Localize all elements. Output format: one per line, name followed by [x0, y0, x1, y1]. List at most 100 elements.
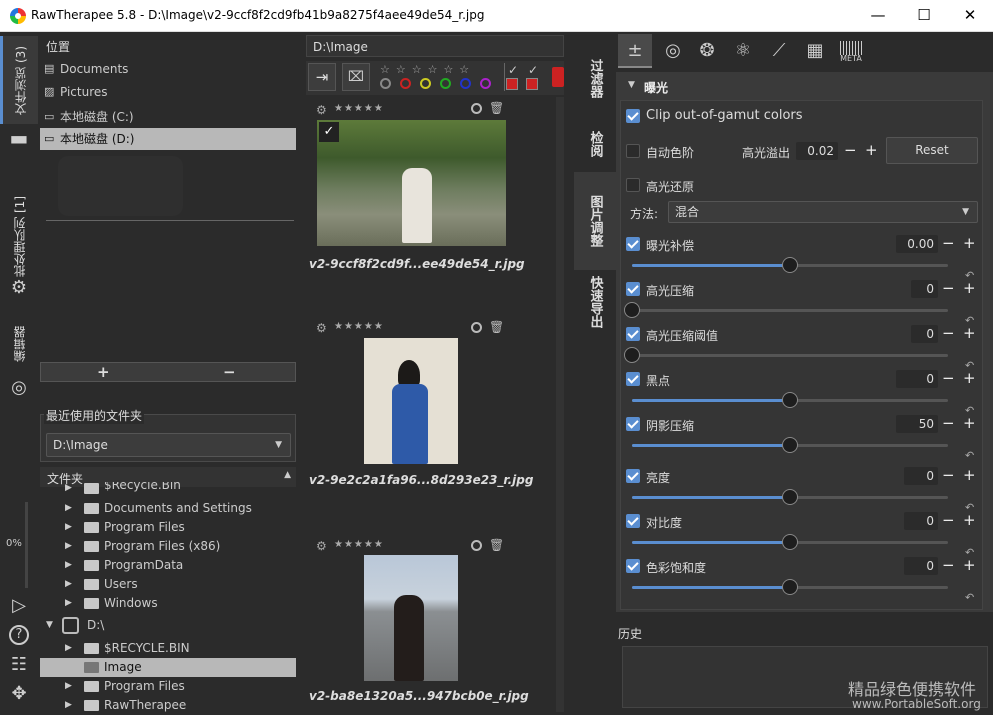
expand-arrow-icon[interactable]: ▶: [65, 575, 72, 594]
thumbnail-item[interactable]: ⚙ ★★★★★ 🗑 v2-9e2c2a1fa96...8d293e23_r.jp…: [306, 317, 556, 527]
slider-enable-checkbox[interactable]: [626, 417, 640, 431]
place-drive-d[interactable]: ▭ 本地磁盘 (D:): [40, 128, 296, 150]
increment-button[interactable]: +: [963, 326, 976, 341]
preferences-icon[interactable]: ☷: [9, 655, 29, 675]
slider-knob[interactable]: [782, 579, 798, 595]
expand-arrow-icon[interactable]: ▶: [65, 518, 72, 537]
trash-icon[interactable]: 🗑: [489, 320, 504, 334]
tab-filter[interactable]: 过滤器: [574, 38, 616, 118]
unedited-filter-icon[interactable]: [506, 78, 518, 90]
color-red-icon[interactable]: [400, 78, 411, 89]
collapse-arrow-icon[interactable]: ▼: [46, 614, 53, 636]
tree-row[interactable]: ▶ Program Files: [40, 677, 296, 696]
slider-track[interactable]: [632, 354, 948, 357]
color-green-icon[interactable]: [440, 78, 451, 89]
thumbnail-image[interactable]: [364, 555, 458, 681]
place-documents[interactable]: ▤ Documents: [40, 58, 296, 80]
slider-track[interactable]: [632, 309, 948, 312]
expand-arrow-icon[interactable]: ▶: [65, 499, 72, 518]
color-yellow-icon[interactable]: [420, 78, 431, 89]
path-entry[interactable]: D:\Image: [306, 35, 564, 57]
decrement-button[interactable]: −: [844, 143, 857, 158]
decrement-button[interactable]: −: [942, 326, 955, 341]
thumbnail-image[interactable]: [364, 338, 458, 464]
slider-knob[interactable]: [782, 437, 798, 453]
trash-icon[interactable]: 🗑: [489, 538, 504, 552]
increment-button[interactable]: +: [963, 513, 976, 528]
place-pictures[interactable]: ▨ Pictures: [40, 81, 296, 103]
method-dropdown[interactable]: 混合 ▼: [668, 201, 978, 223]
increment-button[interactable]: +: [963, 371, 976, 386]
color-label-icon[interactable]: [471, 322, 482, 333]
highlight-recovery-checkbox[interactable]: [626, 178, 640, 192]
slider-value-input[interactable]: 0: [911, 280, 938, 298]
decrement-button[interactable]: −: [942, 371, 955, 386]
slider-enable-checkbox[interactable]: [626, 469, 640, 483]
tree-row[interactable]: ▶ RawTherapee: [40, 696, 296, 712]
thumbnail-item[interactable]: ⚙ ★★★★★ 🗑 v2-ba8e1320a5...947bcb0e_r.jpg: [306, 535, 556, 715]
slider-enable-checkbox[interactable]: [626, 372, 640, 386]
color-purple-icon[interactable]: [480, 78, 491, 89]
trash-icon[interactable]: 🗑: [489, 101, 504, 115]
tab-inspect[interactable]: 检阅: [574, 118, 616, 170]
detail-tab-icon[interactable]: ◎: [656, 34, 690, 68]
rating-stars[interactable]: ★★★★★: [334, 321, 384, 332]
help-icon[interactable]: ?: [9, 625, 29, 645]
thumbnail-scrollbar[interactable]: [556, 97, 564, 712]
tree-row[interactable]: ▶ Users: [40, 575, 296, 594]
expand-arrow-icon[interactable]: ▶: [65, 537, 72, 556]
reset-icon[interactable]: ↶: [965, 449, 974, 462]
tree-row[interactable]: ▶ Program Files (x86): [40, 537, 296, 556]
slider-knob[interactable]: [624, 302, 640, 318]
transform-tab-icon[interactable]: ⟋: [762, 34, 796, 68]
decrement-button[interactable]: −: [942, 513, 955, 528]
tree-row-drive-d[interactable]: ▼ D:\: [40, 614, 296, 636]
tree-row[interactable]: ▶ Program Files: [40, 518, 296, 537]
collapse-arrow-icon[interactable]: ▼: [628, 80, 635, 90]
expand-arrow-icon[interactable]: ▶: [65, 482, 72, 495]
advanced-tab-icon[interactable]: ⚛: [726, 34, 760, 68]
decrement-button[interactable]: −: [942, 236, 955, 251]
thumbnail-item[interactable]: ⚙ ★★★★★ 🗑 ✓ v2-9ccf8f2cd9f...ee49de54_r.…: [306, 97, 556, 307]
exposure-header[interactable]: ▼ 曝光: [616, 76, 993, 98]
color-label-icon[interactable]: [471, 103, 482, 114]
slider-value-input[interactable]: 0: [904, 557, 938, 575]
unsaved-filter-icon[interactable]: [526, 78, 538, 90]
highlight-overflow-input[interactable]: 0.02: [796, 142, 838, 160]
tab-image-adjust[interactable]: 图片调整: [574, 172, 616, 270]
tree-row[interactable]: ▶ Windows: [40, 594, 296, 613]
slider-value-input[interactable]: 0: [896, 370, 938, 388]
expand-arrow-icon[interactable]: ▶: [65, 677, 72, 696]
sort-ascending-icon[interactable]: ▲: [284, 470, 291, 480]
increment-button[interactable]: +: [963, 468, 976, 483]
folder-icon[interactable]: ▬: [9, 128, 29, 148]
slider-enable-checkbox[interactable]: [626, 559, 640, 573]
minimize-button[interactable]: —: [855, 0, 901, 31]
increment-button[interactable]: +: [963, 558, 976, 573]
color-label-icon[interactable]: [471, 540, 482, 551]
slider-value-input[interactable]: 0: [904, 467, 938, 485]
increment-button[interactable]: +: [963, 281, 976, 296]
increment-button[interactable]: +: [963, 416, 976, 431]
remove-place-button[interactable]: −: [223, 363, 236, 381]
rating-stars[interactable]: ★★★★★: [334, 539, 384, 550]
slider-enable-checkbox[interactable]: [626, 282, 640, 296]
expand-arrow-icon[interactable]: ▶: [65, 594, 72, 613]
trash-filter-icon[interactable]: [552, 67, 564, 87]
clear-filter-icon[interactable]: ⌧: [342, 63, 370, 91]
color-none-icon[interactable]: [380, 78, 391, 89]
tab-file-browser[interactable]: 文件浏览 (3): [0, 36, 38, 124]
saved-filter-icon[interactable]: ✓: [528, 63, 538, 77]
place-drive-c[interactable]: ▭ 本地磁盘 (C:): [40, 106, 296, 128]
increment-button[interactable]: +: [963, 236, 976, 251]
send-icon[interactable]: ▷: [9, 596, 29, 616]
slider-value-input[interactable]: 50: [896, 415, 938, 433]
slider-knob[interactable]: [782, 257, 798, 273]
rating-stars[interactable]: ★★★★★: [334, 103, 384, 114]
thumbnail-image[interactable]: ✓: [317, 120, 506, 246]
slider-enable-checkbox[interactable]: [626, 327, 640, 341]
reset-button[interactable]: Reset: [886, 137, 978, 164]
decrement-button[interactable]: −: [942, 281, 955, 296]
expand-arrow-icon[interactable]: ▶: [65, 556, 72, 575]
expand-arrow-icon[interactable]: ▶: [65, 639, 72, 658]
